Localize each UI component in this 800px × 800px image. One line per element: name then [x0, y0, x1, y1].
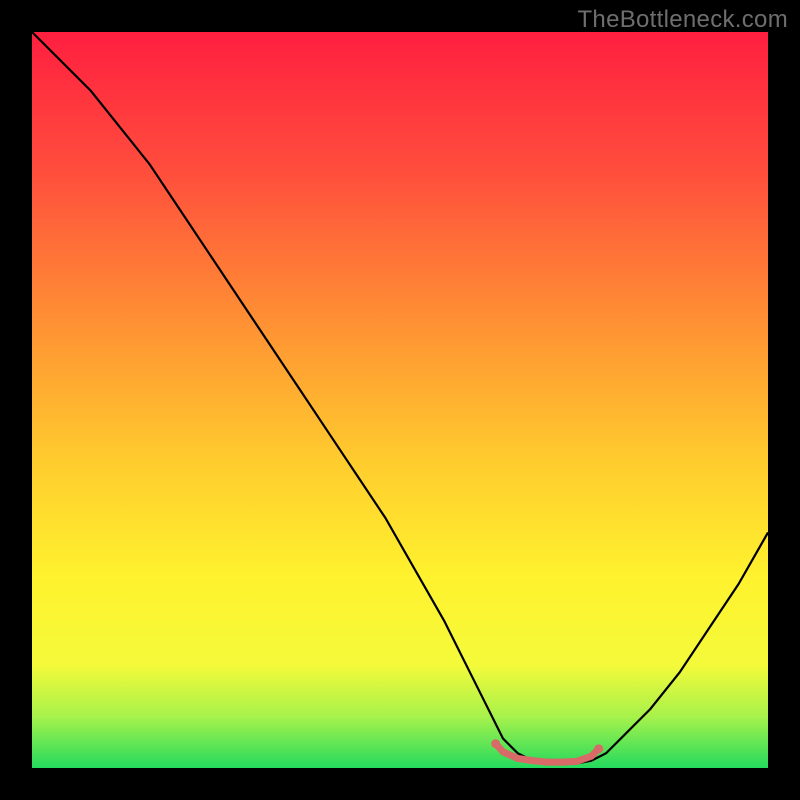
chart-background-gradient — [32, 32, 768, 768]
watermark-text: TheBottleneck.com — [577, 6, 788, 34]
highlight-end-dot-right — [594, 744, 603, 753]
highlight-end-dot-left — [491, 739, 500, 748]
chart-svg — [32, 32, 768, 768]
chart-area — [32, 32, 768, 768]
